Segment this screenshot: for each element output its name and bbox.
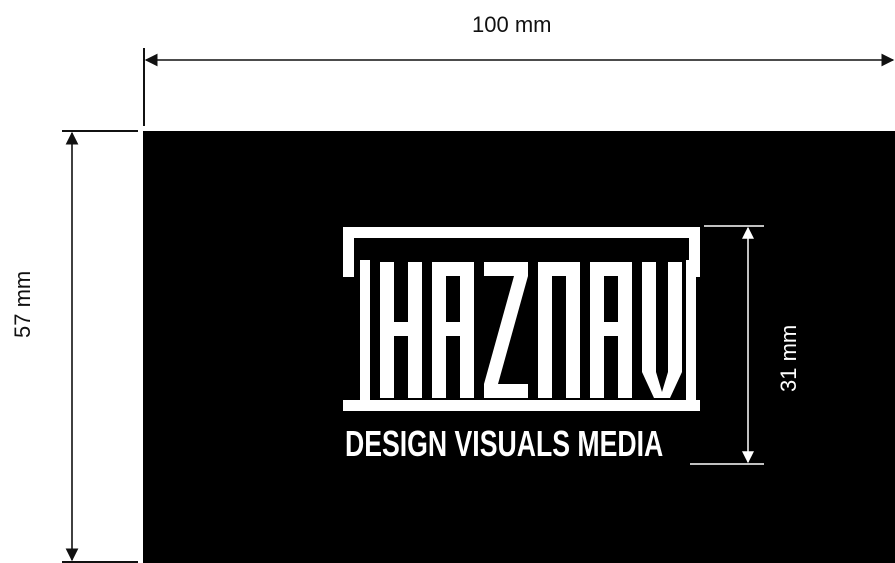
logo-height-dimension-label: 31 mm [776, 324, 801, 392]
logo-tagline: DESIGN VISUALS MEDIA [345, 423, 664, 464]
logo-mark-icon [343, 225, 764, 465]
